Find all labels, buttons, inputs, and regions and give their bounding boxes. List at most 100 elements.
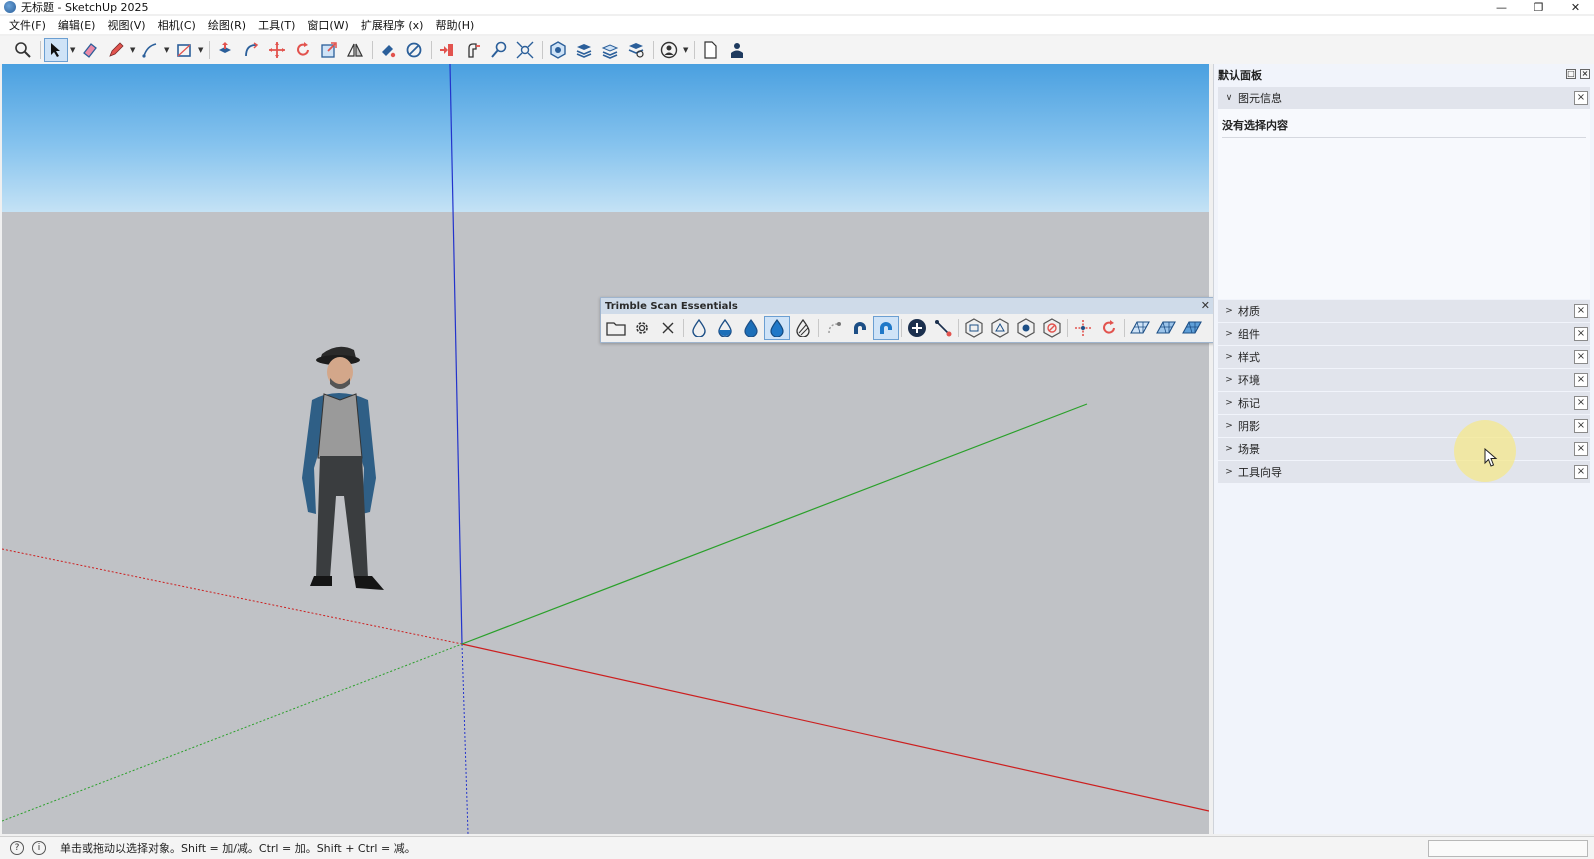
menu-draw[interactable]: 绘图(R) <box>208 17 246 33</box>
section-tags[interactable]: > 标记 × <box>1218 392 1590 414</box>
folder-icon[interactable] <box>603 316 629 340</box>
geo-location-icon[interactable]: ? <box>10 841 24 855</box>
section-styles[interactable]: > 样式 × <box>1218 346 1590 368</box>
mesh-c-icon[interactable] <box>1179 316 1205 340</box>
section-environment[interactable]: > 环境 × <box>1218 369 1590 391</box>
drop-active-icon[interactable] <box>764 316 790 340</box>
section-scenes[interactable]: > 场景 × <box>1218 438 1590 460</box>
follow-me-icon[interactable] <box>239 38 263 62</box>
section-label: 阴影 <box>1238 420 1260 433</box>
close-icon[interactable]: × <box>1574 442 1588 456</box>
close-x-icon[interactable] <box>655 316 681 340</box>
close-icon[interactable]: × <box>1574 327 1588 341</box>
line-snap-icon[interactable] <box>930 316 956 340</box>
model-viewport[interactable] <box>2 64 1209 834</box>
menu-edit[interactable]: 编辑(E) <box>58 17 96 33</box>
chevron-down-icon[interactable]: ▼ <box>70 46 76 54</box>
chevron-down-icon[interactable]: ▼ <box>164 46 170 54</box>
components-icon[interactable] <box>546 38 570 62</box>
toolbar-divider <box>694 41 695 59</box>
close-icon[interactable]: × <box>1574 465 1588 479</box>
cube-b-icon[interactable] <box>987 316 1013 340</box>
axes-icon[interactable] <box>1070 316 1096 340</box>
page-icon[interactable] <box>698 38 722 62</box>
scale-icon[interactable] <box>317 38 341 62</box>
select-icon[interactable] <box>44 38 68 62</box>
drop-half-icon[interactable] <box>712 316 738 340</box>
settings-icon[interactable] <box>629 316 655 340</box>
close-icon[interactable]: × <box>1574 304 1588 318</box>
drop-full-icon[interactable] <box>738 316 764 340</box>
entity-info-header[interactable]: ∨ 图元信息 × <box>1218 87 1590 109</box>
cube-c-icon[interactable] <box>1013 316 1039 340</box>
scan-essentials-toolbar: Trimble Scan Essentials ✕ <box>600 297 1215 343</box>
close-icon[interactable]: × <box>1574 91 1588 105</box>
section-shadows[interactable]: > 阴影 × <box>1218 415 1590 437</box>
layers-icon[interactable] <box>572 38 596 62</box>
menu-window[interactable]: 窗口(W) <box>307 17 348 33</box>
cube-a-icon[interactable] <box>961 316 987 340</box>
flip-icon[interactable] <box>343 38 367 62</box>
minimize-icon[interactable]: — <box>1483 0 1520 14</box>
chevron-down-icon[interactable]: ▼ <box>130 46 136 54</box>
close-icon[interactable]: × <box>1574 419 1588 433</box>
line-icon[interactable] <box>138 38 162 62</box>
add-point-icon[interactable] <box>904 316 930 340</box>
menu-extensions[interactable]: 扩展程序 (x) <box>361 17 424 33</box>
menu-help[interactable]: 帮助(H) <box>435 17 474 33</box>
cube-d-icon[interactable] <box>1039 316 1065 340</box>
person-figure[interactable] <box>298 328 398 598</box>
paint-icon[interactable] <box>376 38 400 62</box>
drop-outline-icon[interactable] <box>686 316 712 340</box>
scenes-icon[interactable] <box>624 38 648 62</box>
status-message: 单击或拖动以选择对象。Shift = 加/减。Ctrl = 加。Shift + … <box>60 842 416 855</box>
menu-tools[interactable]: 工具(T) <box>258 17 295 33</box>
mesh-b-icon[interactable] <box>1153 316 1179 340</box>
menu-camera[interactable]: 相机(C) <box>158 17 196 33</box>
move-icon[interactable] <box>265 38 289 62</box>
rectangle-icon[interactable] <box>172 38 196 62</box>
section-materials[interactable]: > 材质 × <box>1218 300 1590 322</box>
measurements-box[interactable] <box>1428 840 1588 857</box>
magnet-active-icon[interactable] <box>873 316 899 340</box>
pin-icon[interactable]: □ <box>1566 69 1576 79</box>
section-icon[interactable] <box>435 38 459 62</box>
profile-icon[interactable] <box>724 38 748 62</box>
rotate-icon[interactable] <box>1096 316 1122 340</box>
menu-file[interactable]: 文件(F) <box>9 17 46 33</box>
tape-icon[interactable] <box>461 38 485 62</box>
scan-toolbar-title[interactable]: Trimble Scan Essentials ✕ <box>601 298 1214 314</box>
materials-icon[interactable] <box>598 38 622 62</box>
close-icon[interactable]: ✕ <box>1201 299 1210 312</box>
close-icon[interactable]: × <box>1574 396 1588 410</box>
restore-icon[interactable]: ❐ <box>1520 0 1557 14</box>
section-instructor[interactable]: > 工具向导 × <box>1218 461 1590 483</box>
close-icon[interactable]: × <box>1580 69 1590 79</box>
magnet-icon[interactable] <box>847 316 873 340</box>
tray-header-buttons: □ × <box>1566 69 1590 79</box>
chevron-down-icon[interactable]: ▼ <box>683 46 689 54</box>
menu-view[interactable]: 视图(V) <box>107 17 145 33</box>
zoom-extents-icon[interactable] <box>513 38 537 62</box>
info-icon[interactable]: i <box>32 841 46 855</box>
toolbar-divider <box>1124 319 1125 337</box>
chevron-down-icon[interactable]: ▼ <box>198 46 204 54</box>
search-icon[interactable] <box>11 38 35 62</box>
close-icon[interactable]: × <box>1574 373 1588 387</box>
section-components[interactable]: > 组件 × <box>1218 323 1590 345</box>
section-label: 环境 <box>1238 374 1260 387</box>
sample-icon[interactable] <box>402 38 426 62</box>
section-label: 场景 <box>1238 443 1260 456</box>
mesh-a-icon[interactable] <box>1127 316 1153 340</box>
snap-off-icon[interactable] <box>821 316 847 340</box>
close-icon[interactable]: ✕ <box>1557 0 1594 14</box>
push-pull-icon[interactable] <box>213 38 237 62</box>
magnify-icon[interactable] <box>487 38 511 62</box>
pencil-icon[interactable] <box>104 38 128 62</box>
drop-striped-icon[interactable] <box>790 316 816 340</box>
rotate-icon[interactable] <box>291 38 315 62</box>
window-controls: — ❐ ✕ <box>1483 0 1594 14</box>
account-icon[interactable] <box>657 38 681 62</box>
eraser-icon[interactable] <box>78 38 102 62</box>
close-icon[interactable]: × <box>1574 350 1588 364</box>
